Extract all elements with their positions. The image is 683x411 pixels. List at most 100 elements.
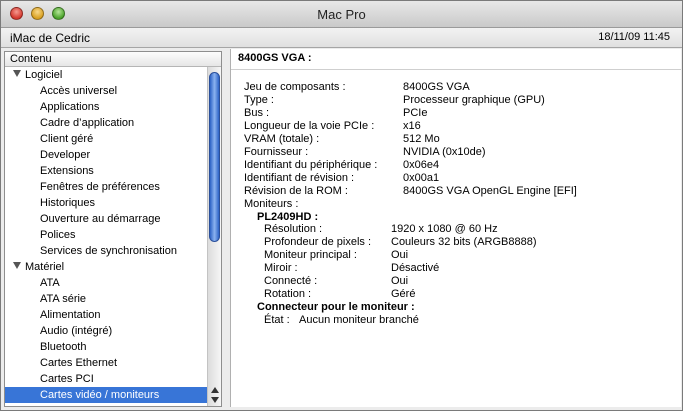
property-row: Résolution : 1920 x 1080 @ 60 Hz: [231, 223, 681, 236]
sidebar-item[interactable]: Bluetooth: [5, 339, 207, 355]
sidebar-item-label: Bluetooth: [40, 341, 87, 353]
sidebar-category[interactable]: Matériel: [5, 259, 207, 275]
sidebar-item-label: Developer: [40, 149, 91, 161]
property-label: VRAM (totale) :: [244, 132, 320, 145]
property-label: PL2409HD :: [257, 210, 319, 223]
property-label: Type :: [244, 93, 274, 106]
sidebar-item[interactable]: Services de synchronisation: [5, 243, 207, 259]
property-value: Aucun moniteur branché: [299, 314, 419, 327]
sidebar-item[interactable]: Polices: [5, 227, 207, 243]
window-title: Mac Pro: [317, 7, 366, 22]
property-row: Connecteur pour le moniteur :: [231, 301, 681, 314]
sidebar-item-label: Cadre d’application: [40, 117, 135, 129]
property-value: Couleurs 32 bits (ARGB8888): [391, 236, 537, 249]
property-label: Moniteurs :: [244, 197, 299, 210]
title-bar[interactable]: Mac Pro: [1, 1, 682, 28]
sidebar-item-label: Accès universel: [40, 85, 118, 97]
property-label: Révision de la ROM :: [244, 184, 348, 197]
report-datetime: 18/11/09 11:45: [598, 31, 670, 43]
property-row: État : Aucun moniteur branché: [231, 314, 681, 327]
sidebar-item-label: Client géré: [40, 133, 94, 145]
property-label: État :: [264, 314, 290, 327]
sidebar-scrollbar[interactable]: [207, 67, 221, 406]
sidebar-item[interactable]: Applications: [5, 99, 207, 115]
property-row: Connecté : Oui: [231, 275, 681, 288]
sidebar-item[interactable]: Alimentation: [5, 307, 207, 323]
property-label: Résolution :: [264, 223, 323, 236]
contents-tree: Logiciel Accès universel Applications Cadre…: [5, 67, 207, 403]
sidebar-header[interactable]: Contenu: [5, 52, 221, 67]
property-label: Identifiant du périphérique :: [244, 158, 378, 171]
scroll-down-arrow-icon[interactable]: [211, 397, 219, 403]
property-label: Bus :: [244, 106, 270, 119]
info-bar: iMac de Cedric 18/11/09 11:45: [1, 28, 682, 48]
sidebar-item[interactable]: Accès universel: [5, 83, 207, 99]
property-row: Rotation : Géré: [231, 288, 681, 301]
sidebar-item-label: Fenêtres de préférences: [40, 181, 160, 193]
scroll-up-arrow-icon[interactable]: [211, 387, 219, 393]
sidebar-item-label: Alimentation: [40, 309, 101, 321]
property-label: Connecté :: [264, 275, 318, 288]
sidebar-item[interactable]: Extensions: [5, 163, 207, 179]
property-row: PL2409HD :: [231, 211, 681, 224]
property-label: Profondeur de pixels :: [264, 236, 372, 249]
sidebar-item[interactable]: Cartes PCI: [5, 371, 207, 387]
property-value: 1920 x 1080 @ 60 Hz: [391, 223, 498, 236]
property-label: Connecteur pour le moniteur :: [257, 301, 415, 314]
property-value: x16: [403, 119, 421, 132]
sidebar-item-label: Logiciel: [25, 69, 63, 81]
property-row: Bus : PCIe: [231, 107, 681, 120]
property-label: Miroir :: [264, 262, 298, 275]
sidebar-item[interactable]: Client géré: [5, 131, 207, 147]
property-value: 0x00a1: [403, 171, 440, 184]
property-label: Rotation :: [264, 288, 312, 301]
scrollbar-thumb[interactable]: [209, 72, 220, 242]
sidebar-item[interactable]: ATA: [5, 275, 207, 291]
property-value: Processeur graphique (GPU): [403, 93, 545, 106]
property-row: Moniteurs :: [231, 198, 681, 211]
disclosure-triangle-icon[interactable]: [13, 262, 21, 269]
property-label: Jeu de composants :: [244, 81, 346, 93]
sidebar-item[interactable]: Ouverture au démarrage: [5, 211, 207, 227]
detail-title: 8400GS VGA :: [238, 52, 312, 64]
property-value: 512 Mo: [403, 132, 440, 145]
sidebar-item[interactable]: Audio (intégré): [5, 323, 207, 339]
sidebar-item[interactable]: Cartes Ethernet: [5, 355, 207, 371]
property-label: Moniteur principal :: [264, 249, 357, 262]
computer-name: iMac de Cedric: [10, 31, 91, 45]
detail-divider: [231, 69, 681, 70]
sidebar-item-label: Applications: [40, 101, 100, 113]
sidebar-item[interactable]: Fenêtres de préférences: [5, 179, 207, 195]
property-value: 0x06e4: [403, 158, 440, 171]
sidebar-item-label: Audio (intégré): [40, 325, 113, 337]
sidebar-item-label: Services de synchronisation: [40, 245, 177, 257]
property-value: Géré: [391, 288, 416, 301]
sidebar-item-label: Ouverture au démarrage: [40, 213, 161, 225]
property-row: Miroir : Désactivé: [231, 262, 681, 275]
property-value: Désactivé: [391, 262, 440, 275]
sidebar-item[interactable]: ATA série: [5, 291, 207, 307]
property-row: Identifiant de révision : 0x00a1: [231, 172, 681, 185]
sidebar-item[interactable]: Historiques: [5, 195, 207, 211]
sidebar-item-label: ATA série: [40, 293, 87, 305]
sidebar-item-label: Extensions: [40, 165, 94, 177]
property-row: Révision de la ROM : 8400GS VGA OpenGL En…: [231, 185, 681, 198]
sidebar-item-label: Cartes PCI: [40, 373, 94, 385]
sidebar-category[interactable]: Logiciel: [5, 67, 207, 83]
sidebar-item[interactable]: Cadre d’application: [5, 115, 207, 131]
sidebar-item[interactable]: Cartes vidéo / moniteurs: [5, 387, 207, 403]
sidebar-item[interactable]: Developer: [5, 147, 207, 163]
property-value: Oui: [391, 275, 409, 288]
property-row: Fournisseur : NVIDIA (0x10de): [231, 146, 681, 159]
property-row: Moniteur principal : Oui: [231, 249, 681, 262]
property-row: Identifiant du périphérique : 0x06e4: [231, 159, 681, 172]
contents-sidebar[interactable]: Contenu Logiciel Accès universel Applicati…: [4, 51, 222, 407]
sidebar-item-label: Matériel: [25, 261, 65, 273]
sidebar-item-label: Cartes vidéo / moniteurs: [40, 389, 160, 401]
disclosure-triangle-icon[interactable]: [13, 70, 21, 77]
property-value: Oui: [391, 249, 409, 262]
property-label: Longueur de la voie PCIe :: [244, 119, 375, 132]
detail-pane: 8400GS VGA : Jeu de composants : 8400GS V…: [230, 49, 681, 407]
property-row: Type : Processeur graphique (GPU): [231, 94, 681, 107]
property-label: Identifiant de révision :: [244, 171, 355, 184]
